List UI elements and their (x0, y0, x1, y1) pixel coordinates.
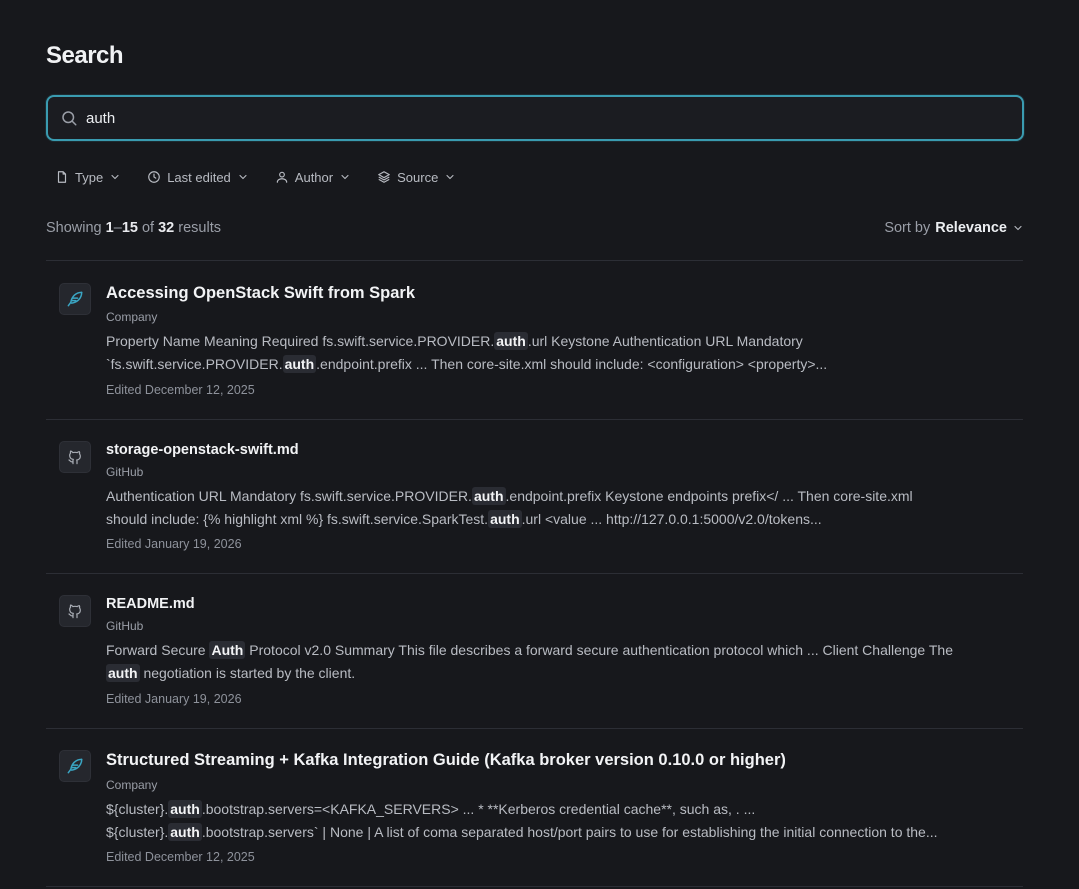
result-edited-date: Edited January 19, 2026 (106, 692, 242, 706)
result-edited-date: Edited December 12, 2025 (106, 383, 255, 397)
snippet-text: .endpoint.prefix ... Then core-site.xml … (316, 355, 828, 372)
divider (46, 886, 1023, 887)
filter-author[interactable]: Author (266, 164, 360, 190)
search-page: Search Type Last edited Author Source (0, 0, 1079, 889)
search-input[interactable] (86, 103, 986, 133)
match-highlight: auth (168, 822, 202, 841)
feather-icon (67, 291, 83, 307)
result-icon (59, 750, 91, 782)
result-snippet: Property Name Meaning Required fs.swift.… (106, 330, 1016, 375)
result-item[interactable]: Accessing OpenStack Swift from Spark Com… (46, 261, 1023, 419)
range-end: 15 (121, 220, 138, 236)
match-highlight: auth (494, 332, 528, 350)
snippet-text: .bootstrap.servers=<KAFKA_SERVERS> ... *… (201, 801, 756, 817)
snippet-line: ${cluster}. auth .bootstrap.servers` | Non… (106, 821, 1016, 844)
result-title[interactable]: README.md (106, 596, 195, 612)
result-item[interactable]: storage-openstack-swift.md GitHub Authen… (46, 420, 1023, 573)
search-box[interactable] (46, 95, 1024, 141)
snippet-line: should include: {% highlight xml %} fs.s… (106, 508, 1016, 531)
filter-label: Author (294, 169, 334, 185)
result-edited-date: Edited January 19, 2026 (106, 537, 242, 551)
results-total: 32 (158, 220, 175, 236)
snippet-text: .bootstrap.servers` | None | A list of c… (201, 823, 938, 840)
snippet-text: Protocol v2.0 Summary This file describe… (245, 642, 953, 658)
result-source: Company (106, 310, 158, 324)
filter-label: Type (75, 169, 104, 185)
result-snippet: Forward Secure Auth Protocol v2.0 Summar… (106, 639, 1016, 684)
filter-bar: Type Last edited Author Source (46, 164, 473, 190)
summary-of: of (141, 220, 155, 236)
result-snippet: Authentication URL Mandatory fs.swift.se… (106, 485, 1016, 530)
github-icon (68, 450, 81, 465)
chevron-down-icon (341, 174, 349, 180)
chevron-down-icon (1014, 225, 1022, 231)
layers-icon (378, 171, 390, 183)
summary-prefix: Showing (46, 220, 102, 236)
user-icon (276, 171, 288, 183)
clock-icon (148, 171, 161, 183)
snippet-text: ${cluster}. (106, 823, 169, 840)
github-icon (68, 604, 81, 619)
result-title[interactable]: Structured Streaming + Kafka Integration… (106, 751, 786, 770)
result-item[interactable]: README.md GitHub Forward Secure Auth Pro… (46, 574, 1023, 728)
file-icon (57, 171, 67, 183)
snippet-line: ${cluster}. auth .bootstrap.servers=<KAFKA… (106, 798, 1016, 821)
match-highlight: auth (471, 487, 506, 505)
snippet-text: negotiation is started by the client. (139, 664, 356, 681)
filter-label: Last edited (167, 169, 231, 185)
match-highlight: auth (106, 663, 140, 682)
snippet-text: Forward Secure (106, 642, 210, 658)
snippet-line: auth negotiation is started by the clien… (106, 662, 1016, 685)
chevron-down-icon (239, 174, 247, 180)
result-snippet: ${cluster}. auth .bootstrap.servers=<KAFKA… (106, 798, 1016, 843)
sort-value: Relevance (935, 220, 1007, 236)
result-edited-date: Edited December 12, 2025 (106, 850, 255, 864)
filter-last-edited[interactable]: Last edited (138, 164, 258, 190)
snippet-text: Authentication URL Mandatory fs.swift.se… (106, 488, 472, 504)
page-title: Search (46, 42, 124, 69)
match-highlight: auth (488, 509, 522, 528)
snippet-text: should include: {% highlight xml %} fs.s… (106, 510, 489, 527)
search-icon (62, 111, 77, 126)
sort-label: Sort by (884, 220, 931, 236)
filter-type[interactable]: Type (46, 164, 130, 190)
result-source: Company (106, 778, 158, 792)
result-title[interactable]: Accessing OpenStack Swift from Spark (106, 284, 415, 303)
result-item[interactable]: Structured Streaming + Kafka Integration… (46, 729, 1023, 886)
snippet-text: .url Keystone Authentication URL Mandato… (527, 333, 803, 349)
snippet-text: `fs.swift.service.PROVIDER. (106, 355, 283, 372)
results-summary: Showing 1–15 of 32 results (46, 220, 221, 236)
result-icon (59, 441, 91, 473)
snippet-line: Property Name Meaning Required fs.swift.… (106, 330, 1016, 353)
result-source: GitHub (106, 465, 144, 479)
snippet-text: .url <value ... http://127.0.0.1:5000/v2… (521, 510, 822, 527)
snippet-text: Property Name Meaning Required fs.swift.… (106, 333, 495, 349)
snippet-line: `fs.swift.service.PROVIDER. auth .endpoint… (106, 353, 1016, 376)
result-icon (59, 283, 91, 315)
result-icon (59, 595, 91, 627)
feather-icon (67, 758, 83, 774)
filter-label: Source (397, 169, 439, 185)
result-title[interactable]: storage-openstack-swift.md (106, 442, 299, 458)
filter-source[interactable]: Source (368, 164, 465, 190)
sort-dropdown[interactable]: Sort by Relevance (884, 220, 1024, 236)
result-source: GitHub (106, 619, 144, 633)
snippet-text: .endpoint.prefix Keystone endpoints pref… (505, 488, 913, 504)
match-highlight: Auth (209, 641, 246, 659)
chevron-down-icon (111, 174, 119, 180)
match-highlight: auth (168, 800, 202, 818)
snippet-line: Authentication URL Mandatory fs.swift.se… (106, 485, 1016, 508)
summary-suffix: results (178, 220, 221, 236)
range-start: 1 (105, 220, 114, 236)
snippet-line: Forward Secure Auth Protocol v2.0 Summar… (106, 639, 1016, 662)
chevron-down-icon (446, 174, 454, 180)
match-highlight: auth (282, 354, 317, 373)
snippet-text: ${cluster}. (106, 801, 169, 817)
range-separator: – (113, 220, 122, 236)
